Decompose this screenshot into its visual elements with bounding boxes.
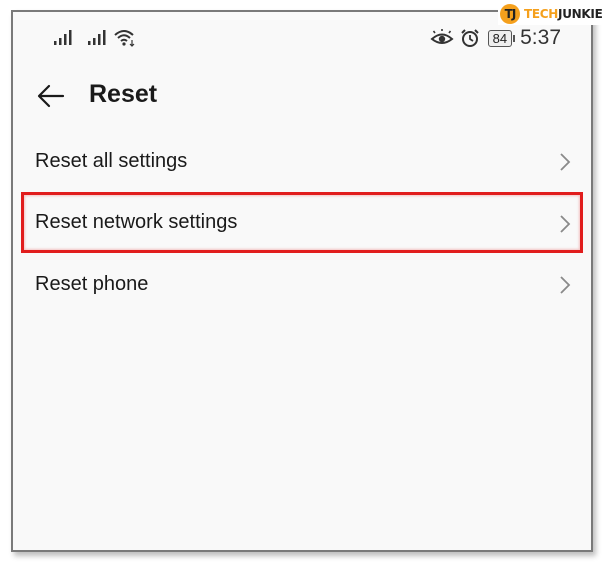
techjunkie-logo-mark: TJ <box>500 4 520 24</box>
chevron-right-icon <box>560 215 571 233</box>
logo-mark-letters: TJ <box>504 7 517 21</box>
reset-network-settings-item[interactable]: Reset network settings <box>21 192 583 253</box>
signal-icon <box>88 30 106 45</box>
wifi-icon <box>114 30 135 47</box>
eye-comfort-icon <box>430 29 454 44</box>
back-arrow-icon[interactable] <box>37 82 65 110</box>
battery-indicator: 84 <box>487 29 516 47</box>
menu-item-label: Reset all settings <box>35 149 188 172</box>
techjunkie-logo: TJ TECHJUNKIE <box>498 3 604 25</box>
reset-phone-item[interactable]: Reset phone <box>13 253 591 315</box>
phone-screen: 84 5:37 Reset Reset all settings Reset n… <box>11 10 593 552</box>
techjunkie-logo-text: TECHJUNKIE <box>524 7 603 21</box>
chevron-right-icon <box>560 276 571 294</box>
page-header: Reset <box>13 76 591 116</box>
logo-text-junkie: JUNKIE <box>558 7 603 21</box>
reset-all-settings-item[interactable]: Reset all settings <box>13 130 591 192</box>
menu-item-label: Reset network settings <box>35 211 238 233</box>
status-right-group: 84 5:37 <box>430 26 561 50</box>
signal-icon <box>54 30 72 45</box>
page-title: Reset <box>89 80 158 108</box>
status-time: 5:37 <box>520 26 561 49</box>
reset-options-list: Reset all settings Reset network setting… <box>13 130 591 315</box>
menu-item-label: Reset phone <box>35 272 149 295</box>
logo-text-tech: TECH <box>524 7 559 21</box>
alarm-icon <box>460 29 479 47</box>
chevron-right-icon <box>560 153 571 171</box>
